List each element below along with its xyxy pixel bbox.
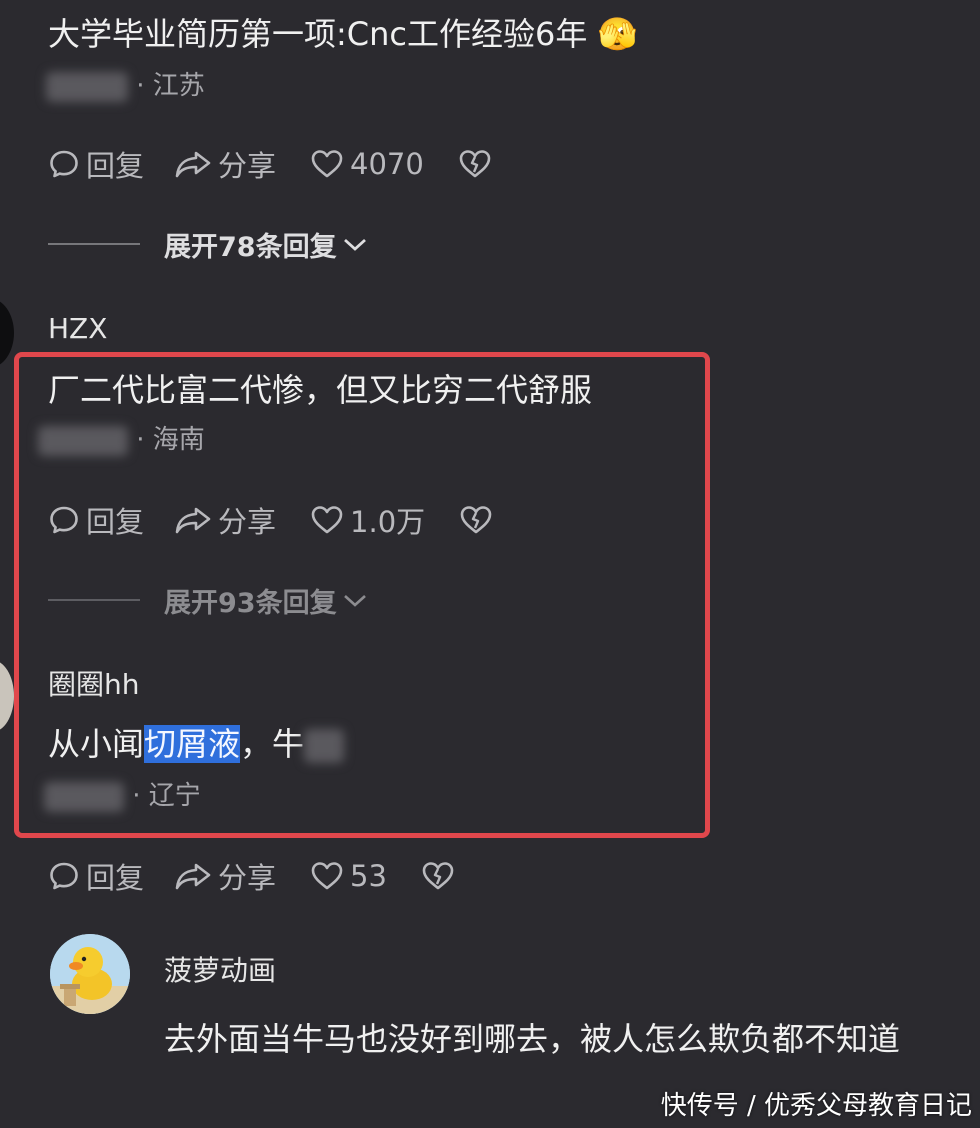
like-heart-icon — [311, 150, 343, 178]
comment-body: 大学毕业简历第一项:Cnc工作经验6年 — [48, 15, 588, 53]
location: · 江苏 — [136, 71, 205, 101]
username[interactable]: 菠萝动画 — [164, 954, 276, 988]
avatar[interactable] — [0, 298, 14, 368]
reply-icon — [50, 150, 78, 178]
expand-label: 展开78条回复 — [164, 231, 337, 263]
divider-line — [48, 243, 140, 245]
reply-label: 回复 — [86, 149, 145, 183]
share-button[interactable]: 分享 — [174, 855, 276, 897]
like-heart-icon — [311, 862, 343, 890]
comment-meta: · 江苏 — [46, 70, 205, 102]
highlight-box — [14, 352, 710, 838]
share-icon — [175, 151, 211, 178]
like-count: 53 — [350, 859, 387, 893]
comment-actions: 回复 分享 4070 — [48, 144, 492, 184]
comment-text: 大学毕业简历第一项:Cnc工作经验6年 🫣 — [48, 14, 637, 54]
expand-replies-button[interactable]: 展开78条回复 — [48, 226, 369, 263]
avatar[interactable] — [50, 934, 130, 1014]
comment-text: 去外面当牛马也没好到哪去，被人怎么欺负都不知道 — [164, 1020, 901, 1058]
reply-icon — [50, 862, 78, 890]
chevron-down-icon — [343, 238, 366, 251]
dislike-button[interactable] — [421, 860, 455, 892]
like-count: 4070 — [350, 147, 424, 181]
like-button[interactable]: 4070 — [310, 147, 424, 181]
avatar[interactable] — [0, 660, 14, 732]
reply-label: 回复 — [86, 861, 145, 895]
share-button[interactable]: 分享 — [174, 143, 276, 185]
reply-button[interactable]: 回复 — [48, 143, 144, 185]
dislike-button[interactable] — [458, 148, 492, 180]
watermark: 快传号 / 优秀父母教育日记 — [660, 1091, 972, 1121]
dislike-broken-heart-icon — [422, 862, 454, 890]
emoji: 🫣 — [597, 15, 638, 53]
comment-actions: 回复 分享 53 — [48, 856, 455, 896]
share-icon — [175, 863, 211, 890]
blurred-time — [46, 71, 128, 102]
reply-button[interactable]: 回复 — [48, 855, 144, 897]
share-label: 分享 — [218, 861, 277, 895]
share-label: 分享 — [218, 149, 277, 183]
username[interactable]: HZX — [48, 312, 107, 346]
duck-avatar-icon — [50, 934, 130, 1014]
dislike-broken-heart-icon — [459, 150, 491, 178]
like-button[interactable]: 53 — [310, 859, 387, 893]
